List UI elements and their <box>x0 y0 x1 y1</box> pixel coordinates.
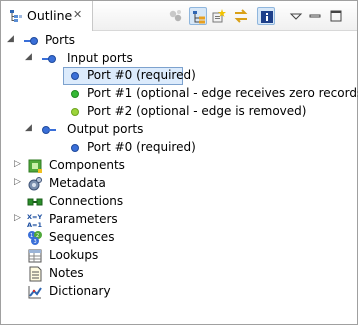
port-node-icon <box>24 37 38 45</box>
tree-item-label: Lookups <box>49 248 99 262</box>
tree-item-label: Sequences <box>49 230 115 244</box>
green-port-icon <box>71 90 79 98</box>
tree-item-components[interactable]: ▷ Components <box>1 157 357 175</box>
tree-item-label: Dictionary <box>49 284 111 298</box>
lime-port-icon <box>71 108 79 116</box>
parameters-icon: X=Y A=1 <box>27 213 42 228</box>
tree-layout-icon[interactable] <box>189 7 207 25</box>
tree-item-label: Port #1 (optional - edge receives zero r… <box>87 86 358 100</box>
tab-outline[interactable]: Outline ✕ <box>1 1 93 31</box>
tab-label: Outline <box>27 8 73 23</box>
tree-item-dictionary[interactable]: Dictionary <box>1 283 357 301</box>
outline-view-icon <box>10 10 22 22</box>
view-titlebar: Outline ✕ <box>1 1 357 31</box>
tree-item-connections[interactable]: Connections <box>1 193 357 211</box>
expand-icon[interactable]: ▷ <box>14 213 24 227</box>
tree-item-input-port-2[interactable]: Port #2 (optional - edge is removed) <box>1 103 357 121</box>
tree-item-ports[interactable]: ◢ Ports <box>1 32 357 50</box>
connections-icon <box>27 198 43 206</box>
output-port-icon <box>42 126 56 134</box>
svg-text:A=1: A=1 <box>27 221 42 228</box>
sequences-icon: 1 2 3 <box>28 231 42 245</box>
maximize-icon[interactable] <box>327 7 345 25</box>
lookups-icon <box>28 249 42 263</box>
svg-text:3: 3 <box>34 239 37 245</box>
tree-item-input-port-0[interactable]: Port #0 (required) <box>1 67 357 85</box>
info-icon[interactable] <box>257 7 275 25</box>
tree-item-label: Port #0 (required) <box>87 68 196 82</box>
dictionary-icon <box>28 286 42 299</box>
notes-icon <box>29 266 42 282</box>
tree-item-label: Components <box>49 158 125 172</box>
metadata-icon <box>28 177 42 191</box>
tree-item-input-ports[interactable]: ◢ Input ports <box>1 50 357 68</box>
view-menu-icon[interactable] <box>287 7 305 25</box>
new-items-icon[interactable] <box>210 7 228 25</box>
outline-panel: Outline ✕ ◢ Ports ◢ Input ports Port #0 … <box>0 0 358 325</box>
input-port-icon <box>42 55 56 63</box>
tree-item-metadata[interactable]: ▷ Metadata <box>1 175 357 193</box>
tree-item-label: Port #0 (required) <box>87 140 196 154</box>
swap-arrows-icon[interactable] <box>232 7 250 25</box>
tree-item-lookups[interactable]: Lookups <box>1 247 357 265</box>
tree-item-label: Parameters <box>49 212 118 226</box>
tree-item-label: Output ports <box>67 122 144 136</box>
tree-item-label: Metadata <box>49 176 106 190</box>
tree-item-parameters[interactable]: ▷ X=Y A=1 Parameters <box>1 211 357 229</box>
close-icon[interactable]: ✕ <box>73 8 82 21</box>
tree-item-label: Connections <box>49 194 124 208</box>
expand-icon[interactable]: ▷ <box>14 159 24 173</box>
minimize-icon[interactable] <box>306 7 324 25</box>
tree-item-output-ports[interactable]: ◢ Output ports <box>1 121 357 139</box>
outline-tree: ◢ Ports ◢ Input ports Port #0 (required) <box>1 31 358 324</box>
tree-item-input-port-1[interactable]: Port #1 (optional - edge receives zero r… <box>1 85 358 103</box>
tree-item-sequences[interactable]: 1 2 3 Sequences <box>1 229 357 247</box>
collapse-icon[interactable]: ◢ <box>25 123 35 137</box>
blue-port-icon <box>71 72 79 80</box>
tree-item-output-port-0[interactable]: Port #0 (required) <box>1 139 357 157</box>
collapse-icon[interactable]: ◢ <box>7 34 17 48</box>
dimmed-component-icon[interactable] <box>167 7 185 25</box>
tree-item-notes[interactable]: Notes <box>1 265 357 283</box>
tree-item-label: Port #2 (optional - edge is removed) <box>87 104 307 118</box>
components-icon <box>28 159 42 173</box>
tree-item-label: Ports <box>45 33 76 47</box>
collapse-icon[interactable]: ◢ <box>25 52 35 66</box>
tree-item-label: Input ports <box>67 51 133 65</box>
expand-icon[interactable]: ▷ <box>14 177 24 191</box>
tree-item-label: Notes <box>49 266 84 280</box>
blue-port-icon <box>71 144 79 152</box>
svg-text:X=Y: X=Y <box>27 213 42 221</box>
